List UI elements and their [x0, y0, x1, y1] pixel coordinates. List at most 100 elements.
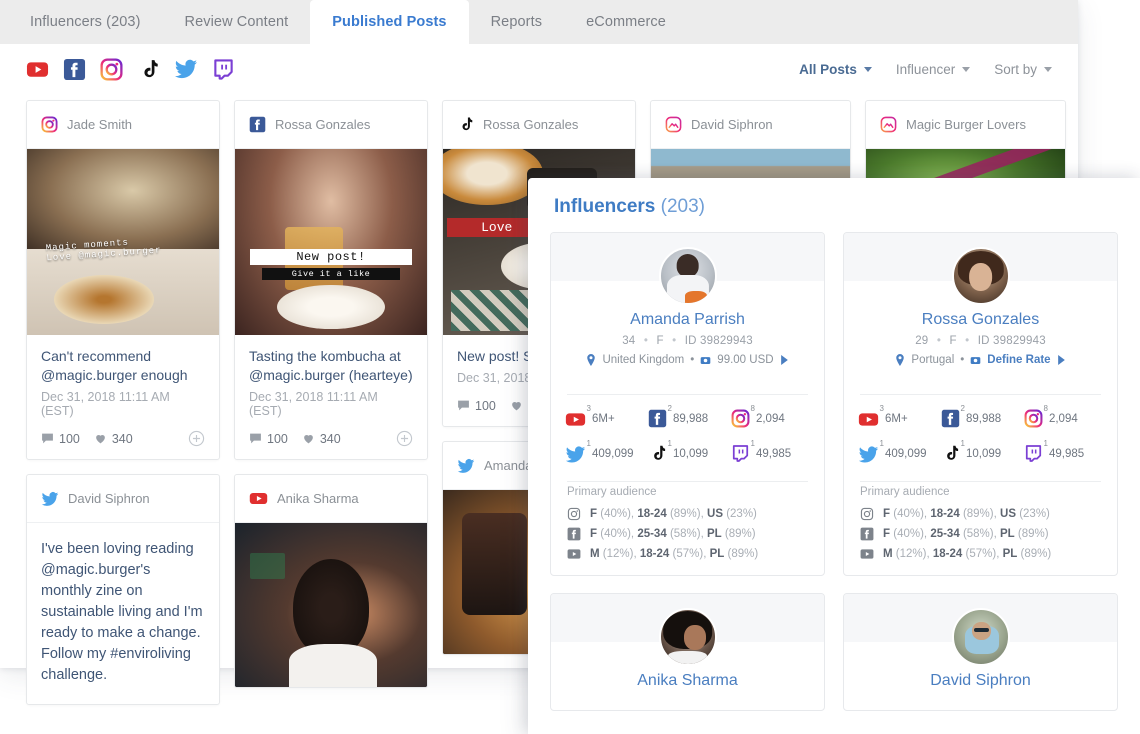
twitch-icon[interactable] — [212, 58, 235, 81]
dropdown-sort-by[interactable]: Sort by — [994, 62, 1052, 77]
influencer-gender: F — [656, 335, 663, 347]
network-stat: 3 6M+ — [565, 409, 648, 430]
money-icon — [970, 355, 981, 366]
influencer-rate[interactable]: 99.00 USD — [717, 354, 773, 366]
avatar — [952, 247, 1010, 305]
post-author: Jade Smith — [67, 117, 132, 132]
audience-age: 18-24 — [640, 548, 669, 560]
audience-age: 25-34 — [637, 528, 666, 540]
network-stat: 2 89,988 — [648, 409, 731, 430]
tab-published-posts[interactable]: Published Posts — [310, 0, 468, 44]
meta-separator: • — [639, 335, 653, 347]
network-stat: 1 409,099 — [858, 444, 941, 465]
influencer-card-banner — [844, 233, 1117, 281]
influencer-age: 34 — [622, 335, 635, 347]
avatar — [659, 247, 717, 305]
tiktok-icon[interactable] — [137, 58, 160, 81]
influencer-card[interactable]: David Siphron — [843, 593, 1118, 711]
twitter-icon[interactable] — [174, 57, 198, 81]
dropdown-influencer[interactable]: Influencer — [896, 62, 970, 77]
post-author: Magic Burger Lovers — [906, 117, 1026, 132]
network-count: 2,094 — [756, 413, 785, 425]
post-date: Dec 31, 2018 11:11 AM (EST) — [249, 390, 413, 418]
post-card[interactable]: David Siphron I've been loving reading @… — [26, 474, 220, 705]
post-text: I've been loving reading @magic.burger's… — [27, 523, 219, 704]
post-card-header: David Siphron — [651, 101, 850, 149]
network-count: 10,099 — [673, 448, 708, 460]
facebook-icon — [567, 527, 581, 541]
dropdown-all-posts[interactable]: All Posts — [799, 62, 872, 77]
facebook-icon[interactable] — [63, 58, 86, 81]
audience-gender: F — [883, 528, 890, 540]
audience-age: 18-24 — [933, 548, 962, 560]
audience-age-pct: (58%) — [963, 528, 994, 540]
twitter-icon: 1 — [565, 444, 586, 465]
audience-gender: F — [590, 508, 597, 520]
youtube-icon: 3 — [565, 409, 586, 430]
influencer-name[interactable]: Amanda Parrish — [567, 311, 808, 329]
influencer-name[interactable]: Rossa Gonzales — [860, 311, 1101, 329]
instagram-icon — [41, 116, 58, 133]
influencer-location-rate: Portugal • Define Rate — [860, 354, 1101, 366]
network-badge: 8 — [751, 404, 755, 413]
tab-review-content[interactable]: Review Content — [163, 0, 311, 44]
twitter-icon — [41, 490, 59, 508]
audience-country: PL — [707, 528, 722, 540]
add-icon[interactable] — [188, 430, 205, 447]
influencer-card-grid-row2: Anika Sharma David Siphron — [528, 593, 1140, 711]
audience-text: F (40%), 18-24 (89%), US (23%) — [883, 508, 1050, 520]
youtube-icon[interactable] — [26, 58, 49, 81]
audience-row: F (40%), 18-24 (89%), US (23%) — [844, 504, 1117, 524]
add-icon[interactable] — [396, 430, 413, 447]
money-icon — [700, 355, 711, 366]
influencer-card-grid: Amanda Parrish 34 • F • ID 39829943 Unit… — [528, 232, 1140, 576]
post-card-header: Rossa Gonzales — [443, 101, 635, 149]
audience-row: F (40%), 25-34 (58%), PL (89%) — [551, 524, 824, 544]
network-stat: 1 49,985 — [731, 444, 814, 465]
audience-age-pct: (57%) — [673, 548, 704, 560]
influencer-name[interactable]: David Siphron — [860, 672, 1101, 690]
influencer-card-banner — [551, 233, 824, 281]
network-stat: 1 409,099 — [565, 444, 648, 465]
panel-title-text: Influencers — [554, 196, 655, 217]
influencer-card[interactable]: Anika Sharma — [550, 593, 825, 711]
post-card[interactable]: Jade Smith Magic moments Love @magic.bur… — [26, 100, 220, 460]
youtube-icon — [249, 489, 268, 508]
facebook-icon: 2 — [648, 409, 667, 428]
like-count: 340 — [320, 432, 341, 446]
influencer-location-rate: United Kingdom • 99.00 USD — [567, 354, 808, 366]
audience-age-pct: (57%) — [966, 548, 997, 560]
instagram-icon[interactable] — [100, 58, 123, 81]
post-title: Can't recommend @magic.burger enough — [41, 347, 205, 385]
audience-gender-pct: (40%) — [893, 528, 924, 540]
audience-text: M (12%), 18-24 (57%), PL (89%) — [883, 548, 1051, 560]
audience-country: PL — [1003, 548, 1018, 560]
audience-country-pct: (23%) — [1019, 508, 1050, 520]
play-arrow-icon[interactable] — [1057, 355, 1066, 365]
post-card[interactable]: Anika Sharma — [234, 474, 428, 688]
influencer-card-banner — [844, 594, 1117, 642]
meta-separator: • — [667, 335, 681, 347]
network-count: 89,988 — [673, 413, 708, 425]
network-count: 409,099 — [885, 448, 927, 460]
network-stat: 8 2,094 — [731, 409, 814, 430]
tab-label: Influencers (203) — [30, 14, 141, 30]
audience-row: F (40%), 18-24 (89%), US (23%) — [551, 504, 824, 524]
audience-country: PL — [1000, 528, 1015, 540]
instagram-icon — [567, 507, 581, 521]
tab-ecommerce[interactable]: eCommerce — [564, 0, 688, 44]
influencer-card[interactable]: Rossa Gonzales 29 • F • ID 39829943 Port… — [843, 232, 1118, 576]
define-rate-link[interactable]: Define Rate — [987, 354, 1050, 366]
influencer-name[interactable]: Anika Sharma — [567, 672, 808, 690]
tab-reports[interactable]: Reports — [469, 0, 564, 44]
avatar — [659, 608, 717, 666]
chevron-down-icon — [864, 67, 872, 72]
audience-text: M (12%), 18-24 (57%), PL (89%) — [590, 548, 758, 560]
twitch-icon: 1 — [731, 444, 750, 463]
post-card[interactable]: Rossa Gonzales New post! Give it a like … — [234, 100, 428, 460]
location-pin-icon — [586, 354, 596, 366]
play-arrow-icon[interactable] — [780, 355, 789, 365]
tab-influencers[interactable]: Influencers (203) — [8, 0, 163, 44]
influencer-card[interactable]: Amanda Parrish 34 • F • ID 39829943 Unit… — [550, 232, 825, 576]
network-count: 2,094 — [1049, 413, 1078, 425]
